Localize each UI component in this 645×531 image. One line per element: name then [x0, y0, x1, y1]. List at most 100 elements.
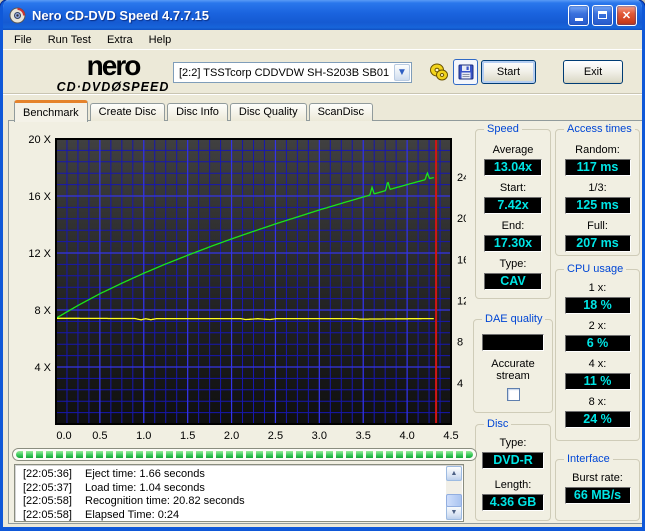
app-window: Nero CD-DVD Speed 4.7.7.15 ✕ File Run Te…: [0, 0, 645, 531]
log-line: [22:05:36]Eject time: 1.66 seconds: [15, 468, 463, 482]
cpu-2x-display: 6 %: [565, 335, 631, 352]
svg-text:2.0: 2.0: [224, 430, 239, 442]
menu-help[interactable]: Help: [141, 32, 180, 48]
one-third-access-display: 125 ms: [565, 197, 631, 214]
dae-quality-group-label: DAE quality: [482, 313, 545, 325]
full-access-label: Full:: [556, 220, 639, 232]
minimize-icon: [575, 18, 583, 21]
disc-type-display: DVD-R: [482, 452, 544, 469]
scrollbar-thumb[interactable]: [446, 494, 462, 507]
floppy-save-icon: [458, 64, 474, 80]
log-scrollbar[interactable]: ▲ ▼: [446, 466, 462, 520]
full-access-display: 207 ms: [565, 235, 631, 252]
tab-disc-quality[interactable]: Disc Quality: [230, 103, 307, 121]
scroll-down-button[interactable]: ▼: [446, 505, 462, 520]
svg-text:12 X: 12 X: [28, 248, 51, 260]
log-text: Load time: 1.04 seconds: [85, 482, 205, 496]
tab-disc-info[interactable]: Disc Info: [167, 103, 228, 121]
svg-text:2.5: 2.5: [268, 430, 283, 442]
access-times-group-label: Access times: [564, 123, 635, 135]
save-button[interactable]: [453, 59, 478, 85]
titlebar[interactable]: Nero CD-DVD Speed 4.7.7.15 ✕: [3, 0, 642, 30]
log-line: [22:05:37]Load time: 1.04 seconds: [15, 482, 463, 496]
average-label: Average: [476, 144, 550, 156]
speed-group: Speed Average 13.04x Start: 7.42x End: 1…: [475, 129, 551, 299]
log-listbox[interactable]: [22:05:36]Eject time: 1.66 seconds[22:05…: [14, 464, 464, 522]
svg-text:0.5: 0.5: [92, 430, 107, 442]
close-button[interactable]: ✕: [616, 5, 637, 26]
menu-file[interactable]: File: [6, 32, 40, 48]
cpu-2x-label: 2 x:: [556, 320, 639, 332]
accurate-stream-label: Accurate stream: [486, 358, 540, 382]
svg-text:4: 4: [457, 378, 463, 390]
dae-quality-group: DAE quality Accurate stream: [473, 319, 553, 413]
log-timestamp: [22:05:36]: [23, 468, 85, 482]
disc-group-label: Disc: [484, 418, 511, 430]
end-label: End:: [476, 220, 550, 232]
svg-text:20: 20: [457, 213, 466, 225]
svg-text:16: 16: [457, 254, 466, 266]
average-speed-display: 13.04x: [484, 159, 542, 176]
svg-text:8: 8: [457, 337, 463, 349]
progress-bar-fill: [16, 451, 473, 458]
cpu-4x-display: 11 %: [565, 373, 631, 390]
cpu-4x-label: 4 x:: [556, 358, 639, 370]
maximize-button[interactable]: [592, 5, 613, 26]
header: nero CD·DVDØSPEED [2:2] TSSTcorp CDDVDW …: [3, 50, 642, 94]
cpu-8x-display: 24 %: [565, 411, 631, 428]
random-access-label: Random:: [556, 144, 639, 156]
random-access-display: 117 ms: [565, 159, 631, 176]
start-speed-display: 7.42x: [484, 197, 542, 214]
speed-group-label: Speed: [484, 123, 522, 135]
svg-text:4.5: 4.5: [443, 430, 458, 442]
start-button[interactable]: Start: [481, 60, 536, 84]
one-third-access-label: 1/3:: [556, 182, 639, 194]
svg-text:1.5: 1.5: [180, 430, 195, 442]
chevron-down-icon[interactable]: ▼: [394, 64, 410, 81]
speed-type-label: Type:: [476, 258, 550, 270]
cpu-usage-group-label: CPU usage: [564, 263, 626, 275]
window-title: Nero CD-DVD Speed 4.7.7.15: [26, 8, 565, 23]
svg-text:20 X: 20 X: [28, 134, 51, 146]
log-timestamp: [22:05:58]: [23, 495, 85, 509]
tab-benchmark[interactable]: Benchmark: [14, 100, 88, 122]
tabstrip: Benchmark Create Disc Disc Info Disc Qua…: [8, 99, 375, 121]
interface-group-label: Interface: [564, 453, 613, 465]
start-label: Start:: [476, 182, 550, 194]
tab-create-disc[interactable]: Create Disc: [90, 103, 165, 121]
disc-group: Disc Type: DVD-R Length: 4.36 GB: [475, 424, 551, 521]
svg-text:3.5: 3.5: [356, 430, 371, 442]
menu-extra[interactable]: Extra: [99, 32, 141, 48]
log-lines: [22:05:36]Eject time: 1.66 seconds[22:05…: [15, 465, 463, 522]
drive-select[interactable]: [2:2] TSSTcorp CDDVDW SH-S203B SB01 ▼: [173, 62, 412, 83]
cpu-usage-group: CPU usage 1 x: 18 % 2 x: 6 % 4 x: 11 % 8…: [555, 269, 640, 441]
exit-button[interactable]: Exit: [563, 60, 623, 84]
cpu-1x-label: 1 x:: [556, 282, 639, 294]
close-icon: ✕: [622, 9, 631, 22]
discs-icon: [429, 63, 449, 81]
accurate-stream-checkbox[interactable]: [507, 388, 520, 401]
app-icon: [9, 7, 26, 24]
svg-text:3.0: 3.0: [312, 430, 327, 442]
disc-length-display: 4.36 GB: [482, 494, 544, 511]
dae-quality-display: [482, 334, 544, 351]
log-timestamp: [22:05:58]: [23, 509, 85, 523]
svg-text:8 X: 8 X: [34, 305, 51, 317]
interface-group: Interface Burst rate: 66 MB/s: [555, 459, 640, 521]
eject-disc-button[interactable]: [426, 59, 451, 85]
speed-type-display: CAV: [484, 273, 542, 290]
tab-scandisc[interactable]: ScanDisc: [309, 103, 373, 121]
scrollbar-track[interactable]: [446, 481, 462, 505]
log-timestamp: [22:05:37]: [23, 482, 85, 496]
svg-text:24: 24: [457, 172, 466, 184]
log-text: Elapsed Time: 0:24: [85, 509, 179, 523]
scroll-up-button[interactable]: ▲: [446, 466, 462, 481]
svg-text:4.0: 4.0: [399, 430, 414, 442]
svg-text:16 X: 16 X: [28, 191, 51, 203]
minimize-button[interactable]: [568, 5, 589, 26]
disc-length-label: Length:: [476, 479, 550, 491]
disc-type-label: Type:: [476, 437, 550, 449]
arrow-up-icon: ▲: [451, 470, 458, 477]
arrow-down-icon: ▼: [451, 509, 458, 516]
menu-run-test[interactable]: Run Test: [40, 32, 99, 48]
